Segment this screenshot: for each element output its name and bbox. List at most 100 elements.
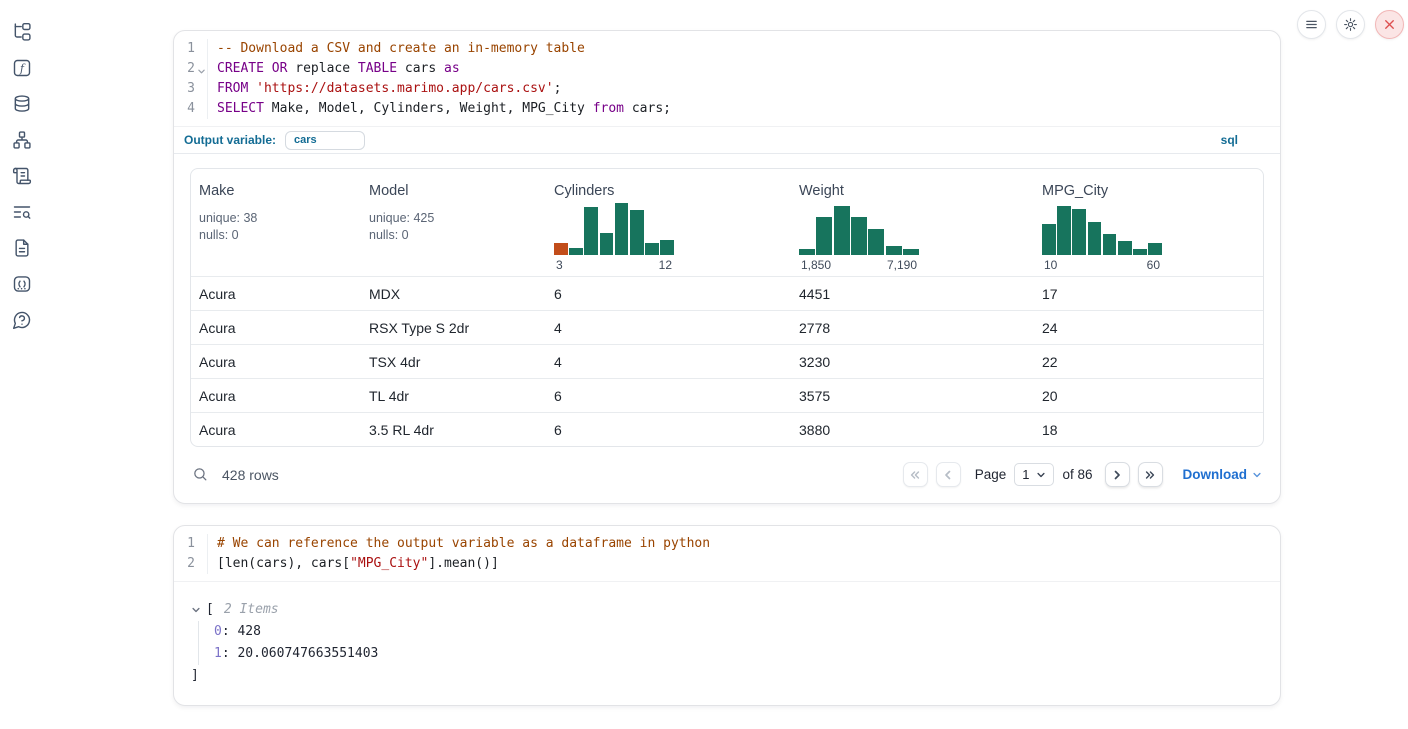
snippets-icon xyxy=(12,238,32,258)
python-code-editor[interactable]: 1# We can reference the output variable … xyxy=(174,526,1280,581)
table-cell: 6 xyxy=(546,277,791,310)
code-token: cars xyxy=(397,61,444,76)
tree-entry[interactable]: 0: 428 xyxy=(214,621,1260,643)
sidebar-item-functions[interactable]: f xyxy=(8,54,36,82)
next-page-button[interactable] xyxy=(1105,462,1130,487)
chevron-down-icon[interactable] xyxy=(191,605,201,615)
histogram-bar xyxy=(816,217,832,255)
stat-line: unique: 425 xyxy=(369,210,538,227)
table-cell: TSX 4dr xyxy=(361,345,546,378)
chat-icon xyxy=(12,274,32,294)
language-badge: sql xyxy=(1221,133,1270,147)
column-name: Model xyxy=(369,183,538,199)
histogram-range: 1060 xyxy=(1042,258,1162,272)
table-row[interactable]: AcuraTSX 4dr4323022 xyxy=(191,344,1263,378)
menu-button[interactable] xyxy=(1297,10,1326,39)
table-cell: Acura xyxy=(191,311,361,344)
line-number: 1 xyxy=(174,39,208,59)
histogram-bar xyxy=(1103,234,1117,255)
topbar-actions xyxy=(1297,10,1404,39)
entry-separator: : xyxy=(222,646,238,661)
histogram-bar xyxy=(615,203,629,255)
column-histogram: 1060 xyxy=(1042,203,1162,272)
column-header[interactable]: Cylinders 312 xyxy=(546,181,791,272)
chevron-down-icon xyxy=(1252,470,1262,480)
table-row[interactable]: AcuraTL 4dr6357520 xyxy=(191,378,1263,412)
code-text: [len(cars), cars["MPG_City"].mean()] xyxy=(208,554,499,574)
sidebar-item-snippets[interactable] xyxy=(8,234,36,262)
row-count-area: 428 rows xyxy=(192,466,279,483)
code-line: 4SELECT Make, Model, Cylinders, Weight, … xyxy=(174,99,1280,119)
table-cell: 6 xyxy=(546,413,791,446)
histogram-bar xyxy=(660,240,674,255)
code-token xyxy=(264,61,272,76)
first-page-button[interactable] xyxy=(903,462,928,487)
code-token: as xyxy=(444,61,460,76)
stat-line: unique: 38 xyxy=(199,210,353,227)
table-row[interactable]: AcuraRSX Type S 2dr4277824 xyxy=(191,310,1263,344)
close-button[interactable] xyxy=(1375,10,1404,39)
histogram-max-label: 12 xyxy=(659,258,672,272)
search-icon[interactable] xyxy=(192,466,209,483)
file-tree-icon xyxy=(12,22,32,42)
column-header[interactable]: MPG_City 1060 xyxy=(1034,181,1263,272)
table-cell: 4451 xyxy=(791,277,1034,310)
column-header[interactable]: Model unique: 425nulls: 0 xyxy=(361,181,546,272)
python-output-tree: [2 Items0: 4281: 20.060747663551403] xyxy=(174,581,1280,705)
code-token: [len(cars), cars[ xyxy=(217,556,350,571)
page-select[interactable]: 1 xyxy=(1014,463,1054,486)
last-page-button[interactable] xyxy=(1138,462,1163,487)
table-row[interactable]: AcuraMDX6445117 xyxy=(191,276,1263,310)
column-name: Cylinders xyxy=(554,183,783,199)
histogram-bar xyxy=(1057,206,1071,255)
code-text: SELECT Make, Model, Cylinders, Weight, M… xyxy=(208,99,671,119)
code-text: # We can reference the output variable a… xyxy=(208,534,710,554)
histogram-bar xyxy=(903,249,919,255)
histogram-bar xyxy=(584,207,598,255)
sidebar-item-dependency-graph[interactable] xyxy=(8,126,36,154)
logs-icon xyxy=(12,166,32,186)
histogram-bar xyxy=(1072,209,1086,255)
data-table: Make unique: 38 nulls: 0Model unique: 425nu… xyxy=(190,168,1264,447)
code-text: FROM 'https://datasets.marimo.app/cars.c… xyxy=(208,79,561,99)
code-token: "MPG_City" xyxy=(350,556,428,571)
download-button[interactable]: Download xyxy=(1183,467,1263,482)
sidebar-item-database[interactable] xyxy=(8,90,36,118)
line-number: 2 xyxy=(174,554,208,574)
entry-key: 0 xyxy=(214,624,222,639)
help-icon xyxy=(12,310,32,330)
column-header[interactable]: Weight1,8507,190 xyxy=(791,181,1034,272)
sidebar-item-outline-search[interactable] xyxy=(8,198,36,226)
sidebar-item-help[interactable] xyxy=(8,306,36,334)
sql-code-editor[interactable]: 1-- Download a CSV and create an in-memo… xyxy=(174,31,1280,126)
column-header[interactable]: Makeunique: 38nulls: 0 xyxy=(191,181,361,272)
histogram-max-label: 60 xyxy=(1147,258,1160,272)
line-number: 4 xyxy=(174,99,208,119)
sidebar-item-file-tree[interactable] xyxy=(8,18,36,46)
table-cell: 3230 xyxy=(791,345,1034,378)
histogram-bar xyxy=(569,248,583,255)
histogram-bar xyxy=(886,246,902,255)
histogram-bar xyxy=(554,243,568,255)
column-histogram: 312 xyxy=(554,203,674,272)
histogram-max-label: 7,190 xyxy=(887,258,917,272)
histogram-bar xyxy=(1088,222,1102,255)
code-line: 1-- Download a CSV and create an in-memo… xyxy=(174,39,1280,59)
output-variable-input[interactable] xyxy=(285,131,365,150)
code-token: from xyxy=(593,101,624,116)
tree-entry[interactable]: 1: 20.060747663551403 xyxy=(214,643,1260,665)
settings-button[interactable] xyxy=(1336,10,1365,39)
prev-page-button[interactable] xyxy=(936,462,961,487)
sidebar-item-chat[interactable] xyxy=(8,270,36,298)
table-cell: 18 xyxy=(1034,413,1263,446)
code-text: -- Download a CSV and create an in-memor… xyxy=(208,39,585,59)
column-name: MPG_City xyxy=(1042,183,1255,199)
stat-line: nulls: 0 xyxy=(369,227,538,244)
code-token: ].mean()] xyxy=(428,556,498,571)
histogram-bar xyxy=(799,249,815,255)
table-body: AcuraMDX6445117AcuraRSX Type S 2dr427782… xyxy=(191,276,1263,446)
sidebar-item-logs[interactable] xyxy=(8,162,36,190)
code-token: 'https://datasets.marimo.app/cars.csv' xyxy=(256,81,553,96)
table-row[interactable]: Acura3.5 RL 4dr6388018 xyxy=(191,412,1263,446)
column-name: Make xyxy=(199,183,353,199)
